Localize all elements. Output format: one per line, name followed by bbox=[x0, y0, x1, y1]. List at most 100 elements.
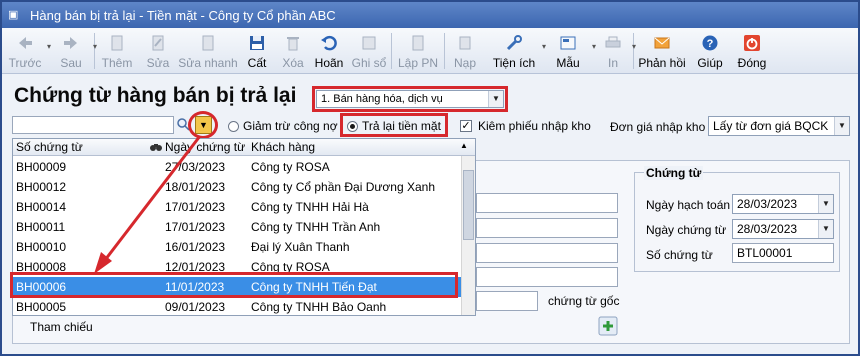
arrow-right-icon bbox=[64, 37, 77, 49]
table-row[interactable]: BH00010 16/01/2023 Đại lý Xuân Thanh bbox=[13, 237, 461, 257]
save-button[interactable]: Cất bbox=[239, 28, 275, 74]
toolbar: Trước▾ Sau▾ Thêm Sửa Sửa nhanh Cất Xóa bbox=[2, 28, 858, 74]
edit-button[interactable]: Sửa bbox=[139, 28, 177, 74]
attached-doc-count[interactable] bbox=[476, 291, 538, 311]
table-cell: 18/01/2023 bbox=[165, 180, 226, 194]
scroll-up-icon[interactable]: ▲ bbox=[460, 141, 468, 150]
create-receipt-button[interactable]: Lập PN bbox=[392, 28, 444, 74]
accounting-date-field[interactable]: 28/03/2023 ▼ bbox=[732, 194, 834, 214]
svg-text:?: ? bbox=[707, 38, 714, 50]
app-icon: ▣ bbox=[8, 9, 19, 21]
prev-button[interactable]: Trước ▾ bbox=[2, 28, 51, 74]
post-button[interactable]: Ghi sổ bbox=[347, 28, 391, 74]
title-bar: ▣ Hàng bán bị trả lại - Tiền mặt - Công … bbox=[2, 2, 858, 28]
selected-row-highlight bbox=[10, 272, 458, 298]
template-button[interactable]: Mẫu ▾ bbox=[543, 28, 596, 74]
voucher-date-label: Ngày chứng từ bbox=[646, 223, 727, 237]
page-title: Chứng từ hàng bán bị trả lại bbox=[14, 84, 297, 107]
table-cell: BH00010 bbox=[16, 240, 67, 254]
attached-doc-label: chứng từ gốc bbox=[548, 294, 620, 308]
voucher-group-title: Chứng từ bbox=[644, 166, 704, 180]
field-2[interactable] bbox=[476, 218, 618, 238]
edit-document-icon bbox=[152, 35, 164, 51]
power-icon bbox=[744, 35, 760, 51]
dropdown-toggle-highlight bbox=[188, 111, 218, 139]
checkbox-warehouse[interactable]: ✓ Kiêm phiếu nhập kho bbox=[460, 119, 591, 133]
table-cell: BH00011 bbox=[16, 220, 66, 234]
column-header[interactable]: Số chứng từ bbox=[16, 140, 83, 154]
floppy-disk-icon bbox=[250, 36, 264, 50]
window-title: Hàng bán bị trả lại - Tiền mặt - Công ty… bbox=[30, 7, 336, 23]
template-icon bbox=[560, 36, 576, 50]
post-ledger-icon bbox=[362, 36, 376, 50]
close-button[interactable]: Đóng bbox=[730, 28, 774, 74]
table-cell: 16/01/2023 bbox=[165, 240, 226, 254]
trash-icon bbox=[287, 37, 299, 51]
binoculars-icon[interactable] bbox=[150, 142, 162, 152]
add-reference-icon[interactable] bbox=[598, 316, 618, 336]
app-window: ▣ Hàng bán bị trả lại - Tiền mặt - Công … bbox=[0, 0, 860, 356]
table-cell: Công ty Cổ phần Đại Dương Xanh bbox=[251, 180, 436, 194]
table-cell: 17/01/2023 bbox=[165, 200, 226, 214]
calendar-dropdown-icon[interactable]: ▼ bbox=[818, 220, 833, 238]
printer-icon bbox=[605, 36, 621, 48]
scrollbar-thumb[interactable] bbox=[463, 170, 474, 240]
table-row[interactable]: BH00012 18/01/2023 Công ty Cổ phần Đại Dươ… bbox=[13, 177, 461, 197]
tools-icon bbox=[506, 35, 522, 51]
field-3[interactable] bbox=[476, 243, 618, 263]
field-1[interactable] bbox=[476, 193, 618, 213]
table-cell: Công ty ROSA bbox=[251, 160, 330, 174]
utilities-button[interactable]: Tiện ích ▾ bbox=[485, 28, 546, 74]
add-button[interactable]: Thêm bbox=[95, 28, 139, 74]
table-row[interactable]: BH00011 17/01/2023 Công ty TNHH Trần Anh bbox=[13, 217, 461, 237]
load-icon bbox=[459, 36, 471, 50]
table-cell: Đại lý Xuân Thanh bbox=[251, 240, 350, 254]
table-row[interactable]: BH00005 09/01/2023 Công ty TNHH Bảo Oanh bbox=[13, 297, 461, 315]
voucher-no-field[interactable]: BTL00001 bbox=[732, 243, 834, 263]
table-cell: 17/01/2023 bbox=[165, 220, 226, 234]
checkmark-icon: ✓ bbox=[460, 120, 472, 132]
voucher-date-field[interactable]: 28/03/2023 ▼ bbox=[732, 219, 834, 239]
accounting-date-label: Ngày hạch toán bbox=[646, 198, 731, 212]
table-cell: Công ty TNHH Trần Anh bbox=[251, 220, 381, 234]
grid-header: Số chứng từ Ngày chứng từ Khách hàng ▲ bbox=[13, 139, 475, 156]
table-cell: Công ty TNHH Bảo Oanh bbox=[251, 300, 387, 314]
vertical-scrollbar[interactable] bbox=[461, 156, 475, 315]
table-row[interactable]: BH00009 27/03/2023 Công ty ROSA bbox=[13, 157, 461, 177]
table-cell: Công ty TNHH Hải Hà bbox=[251, 200, 369, 214]
next-button[interactable]: Sau ▾ bbox=[48, 28, 97, 74]
chevron-down-icon[interactable]: ▼ bbox=[834, 117, 849, 135]
voucher-no-label: Số chứng từ bbox=[646, 248, 713, 262]
table-cell: BH00005 bbox=[16, 300, 67, 314]
delete-button[interactable]: Xóa bbox=[275, 28, 311, 74]
type-select-highlight bbox=[312, 86, 508, 112]
receipt-icon bbox=[412, 35, 424, 51]
table-cell: 09/01/2023 bbox=[165, 300, 226, 314]
search-input[interactable] bbox=[12, 116, 174, 134]
column-header[interactable]: Khách hàng bbox=[251, 140, 315, 154]
table-cell: BH00009 bbox=[16, 160, 67, 174]
field-4[interactable] bbox=[476, 267, 618, 287]
arrow-left-icon bbox=[19, 37, 32, 49]
feedback-button[interactable]: Phản hồi bbox=[634, 28, 690, 74]
quick-edit-button[interactable]: Sửa nhanh bbox=[177, 28, 239, 74]
calendar-dropdown-icon[interactable]: ▼ bbox=[818, 195, 833, 213]
help-icon: ? bbox=[702, 35, 718, 51]
undo-icon bbox=[321, 35, 337, 51]
table-cell: BH00012 bbox=[16, 180, 67, 194]
radio-reduce-debt[interactable]: Giảm trừ công nợ bbox=[228, 119, 338, 133]
cash-refund-highlight bbox=[340, 113, 448, 137]
undo-button[interactable]: Hoãn bbox=[311, 28, 347, 74]
radio-indicator bbox=[228, 120, 239, 132]
new-document-icon bbox=[111, 35, 123, 51]
envelope-icon bbox=[654, 37, 670, 49]
quick-edit-icon bbox=[202, 35, 214, 51]
print-button[interactable]: In ▾ bbox=[593, 28, 636, 74]
help-button[interactable]: ? Giúp bbox=[690, 28, 730, 74]
table-row[interactable]: BH00014 17/01/2023 Công ty TNHH Hải Hà bbox=[13, 197, 461, 217]
import-price-select[interactable]: Lấy từ đơn giá BQCK ▼ bbox=[708, 116, 850, 136]
column-header[interactable]: Ngày chứng từ bbox=[165, 140, 245, 154]
reference-label: Tham chiếu bbox=[30, 320, 93, 334]
load-button[interactable]: Nạp bbox=[445, 28, 485, 74]
import-price-label: Đơn giá nhập kho bbox=[610, 120, 706, 134]
